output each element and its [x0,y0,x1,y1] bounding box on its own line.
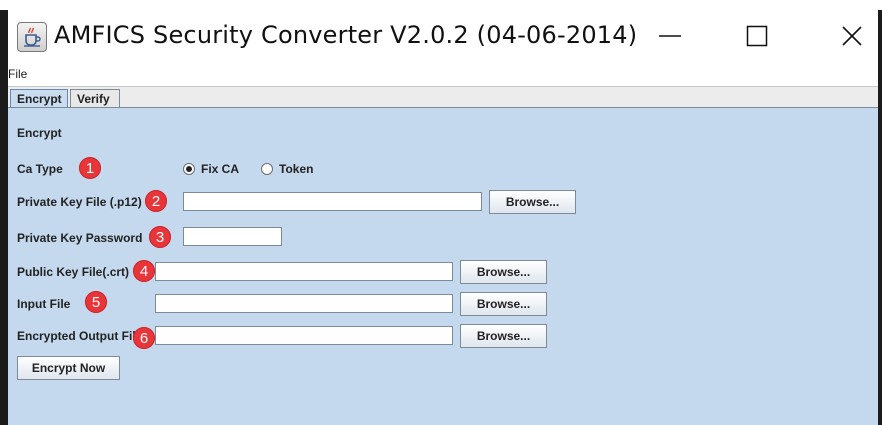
radio-selected-icon [183,163,195,175]
tab-verify[interactable]: Verify [70,89,120,108]
private-key-file-input[interactable] [183,192,482,211]
private-key-password-label: Private Key Password [17,231,143,245]
radio-fix-ca-label: Fix CA [201,162,240,176]
close-icon [842,26,862,46]
radio-token-label: Token [279,162,314,176]
java-cup-icon [17,22,47,52]
private-key-browse-button[interactable]: Browse... [489,190,576,214]
private-key-password-input[interactable] [183,227,282,246]
step-badge-6: 6 [133,327,155,349]
public-key-label: Public Key File(.crt) [17,265,130,279]
step-badge-2: 2 [145,190,167,212]
output-file-label: Encrypted Output File [17,329,143,343]
radio-unselected-icon [261,163,273,175]
section-label: Encrypt [17,126,62,140]
minimize-icon [659,35,681,37]
window-border-left [0,10,8,425]
input-file-label: Input File [17,297,71,311]
encrypt-panel: Encrypt Ca Type 1 Fix CA Token Private K… [8,107,878,425]
window-border-right [878,10,882,425]
application-window: AMFICS Security Converter V2.0.2 (04-06-… [0,0,882,425]
input-file-input[interactable] [155,294,453,313]
tab-encrypt[interactable]: Encrypt [10,89,68,108]
window-title: AMFICS Security Converter V2.0.2 (04-06-… [54,21,638,49]
tab-strip: Encrypt Verify [8,86,878,108]
step-badge-3: 3 [149,226,171,248]
public-key-browse-button[interactable]: Browse... [460,260,547,284]
step-badge-1: 1 [79,157,101,179]
private-key-label: Private Key File (.p12) [17,195,142,209]
step-badge-5: 5 [85,291,107,313]
minimize-button[interactable] [648,16,692,56]
radio-token[interactable]: Token [261,162,313,176]
menu-file[interactable]: File [8,67,27,81]
maximize-icon [746,25,768,47]
ca-type-label: Ca Type [17,162,63,176]
menu-bar: File [8,64,878,86]
radio-fix-ca[interactable]: Fix CA [183,162,239,176]
output-file-browse-button[interactable]: Browse... [460,324,547,348]
public-key-file-input[interactable] [155,262,453,281]
close-button[interactable] [830,16,874,56]
output-file-input[interactable] [155,326,453,345]
maximize-button[interactable] [735,16,779,56]
encrypt-now-button[interactable]: Encrypt Now [17,356,120,380]
input-file-browse-button[interactable]: Browse... [460,292,547,316]
title-bar[interactable]: AMFICS Security Converter V2.0.2 (04-06-… [8,10,878,64]
step-badge-4: 4 [133,260,155,282]
